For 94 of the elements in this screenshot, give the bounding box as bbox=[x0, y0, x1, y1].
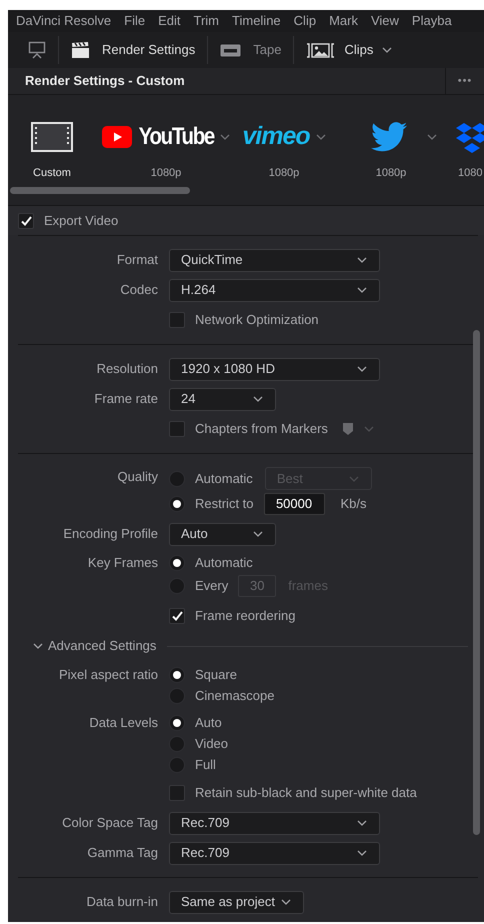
field-label: Pixel aspect ratio bbox=[58, 666, 158, 684]
radio-button[interactable] bbox=[169, 714, 185, 730]
field-label: Data burn-in bbox=[85, 893, 158, 912]
dropdown[interactable]: QuickTime bbox=[169, 248, 380, 272]
monitor-icon[interactable] bbox=[28, 41, 46, 59]
option-label: Full bbox=[195, 756, 216, 774]
menu-item[interactable]: Trim bbox=[194, 11, 220, 31]
chevron-down-icon bbox=[280, 899, 291, 905]
chevron-down-icon bbox=[382, 47, 392, 53]
option-label: Automatic bbox=[195, 470, 253, 488]
preset-caption[interactable]: 1080 bbox=[458, 165, 482, 182]
dropdown[interactable]: Rec.709 bbox=[169, 812, 380, 834]
menu-item[interactable]: Mark bbox=[329, 11, 358, 31]
dropdown[interactable]: H.264 bbox=[169, 278, 380, 302]
radio-button[interactable] bbox=[169, 666, 185, 682]
scrollbar-thumb[interactable] bbox=[473, 330, 480, 835]
checkbox[interactable] bbox=[169, 421, 185, 437]
chevron-down-icon bbox=[316, 134, 326, 140]
field-label: Data Levels bbox=[88, 714, 158, 732]
chevron-down-icon bbox=[427, 134, 437, 140]
panel-title: Render Settings - Custom bbox=[24, 72, 186, 90]
checkbox[interactable] bbox=[169, 785, 185, 801]
option-label: Auto bbox=[195, 714, 222, 732]
checkbox[interactable] bbox=[169, 608, 185, 624]
section-heading: Advanced Settings bbox=[48, 637, 156, 656]
field-label: Frame rate bbox=[93, 390, 158, 408]
radio-button[interactable] bbox=[169, 554, 185, 570]
clips-button[interactable]: Clips bbox=[306, 40, 392, 60]
field-label: Codec bbox=[119, 281, 158, 300]
diamond-icon[interactable] bbox=[455, 121, 484, 153]
chevron-down-icon bbox=[348, 476, 359, 482]
clapper-button[interactable]: Render Settings bbox=[71, 40, 196, 60]
option-label: Video bbox=[195, 734, 228, 753]
field-label: Encoding Profile bbox=[62, 525, 158, 544]
menu-item[interactable]: File bbox=[124, 11, 146, 31]
menu-item[interactable]: Playba bbox=[412, 11, 452, 31]
unit-label: Kb/s bbox=[340, 494, 367, 513]
chevron-down-icon bbox=[364, 426, 374, 432]
radio-button[interactable] bbox=[169, 496, 185, 512]
field-label: Quality bbox=[116, 468, 158, 486]
option-label: Automatic bbox=[195, 554, 253, 572]
clips-icon bbox=[306, 42, 336, 58]
preset-caption[interactable]: 1080p bbox=[150, 165, 182, 182]
checkbox-label: Network Optimization bbox=[195, 311, 319, 330]
radio-button[interactable] bbox=[169, 736, 185, 752]
menu-item[interactable]: Edit bbox=[158, 11, 180, 31]
logo-text[interactable]: vimeo bbox=[242, 118, 310, 156]
chevron-down-icon bbox=[357, 287, 367, 293]
chevron-down-icon bbox=[253, 396, 263, 402]
dropdown[interactable]: 1920 x 1080 HD bbox=[169, 358, 380, 380]
chevron-down-icon bbox=[357, 850, 367, 856]
checkbox[interactable] bbox=[169, 312, 185, 328]
checkbox-label: Export Video bbox=[44, 212, 118, 230]
chevron-down-icon bbox=[357, 257, 367, 263]
play-icon[interactable] bbox=[102, 126, 132, 148]
dropdown[interactable]: Same as project bbox=[169, 890, 304, 914]
marker-icon[interactable] bbox=[342, 423, 353, 435]
preset-caption[interactable]: Custom bbox=[33, 165, 71, 182]
dropdown[interactable]: Rec.709 bbox=[169, 842, 380, 864]
logo-text[interactable]: YouTube bbox=[138, 119, 214, 155]
chevron-down-icon bbox=[357, 820, 367, 826]
menu-item[interactable]: View bbox=[370, 11, 399, 31]
checkbox-label: Retain sub-black and super-white data bbox=[195, 784, 417, 802]
menu-item[interactable]: DaVinci Resolve bbox=[16, 11, 112, 31]
input-field[interactable]: 50000 bbox=[264, 492, 325, 514]
chevron-down-icon bbox=[253, 531, 263, 537]
option-label: Cinemascope bbox=[195, 686, 274, 705]
option-label: Restrict to bbox=[195, 494, 254, 513]
chevron-down-icon bbox=[357, 366, 367, 372]
dropdown[interactable]: Auto bbox=[169, 522, 276, 546]
field-label: Key Frames bbox=[86, 554, 158, 572]
radio-button[interactable] bbox=[169, 688, 185, 704]
radio-button[interactable] bbox=[169, 756, 185, 772]
checkbox[interactable] bbox=[18, 212, 34, 228]
clapper-icon bbox=[71, 41, 90, 59]
option-label: Square bbox=[195, 666, 237, 684]
more-button[interactable]: ••• bbox=[445, 68, 484, 94]
film-strip-icon[interactable] bbox=[31, 122, 73, 152]
checkbox-label: Frame reordering bbox=[195, 607, 296, 626]
preset-caption[interactable]: 1080p bbox=[376, 165, 406, 182]
scrollbar-thumb[interactable] bbox=[10, 187, 190, 194]
menu-item[interactable]: Clip bbox=[294, 11, 316, 31]
chevron-down-icon bbox=[220, 134, 230, 140]
option-label: Every bbox=[195, 576, 228, 595]
field-label: Color Space Tag bbox=[61, 814, 158, 832]
field-label: Format bbox=[116, 251, 158, 270]
field-label: Gamma Tag bbox=[86, 844, 158, 862]
checkbox-label: Chapters from Markers bbox=[195, 420, 328, 438]
preset-caption[interactable]: 1080p bbox=[268, 165, 300, 182]
bird-icon[interactable] bbox=[371, 122, 407, 152]
menu-item[interactable]: Timeline bbox=[232, 11, 281, 31]
tape-icon bbox=[220, 44, 242, 56]
dropdown[interactable]: 24 bbox=[169, 388, 276, 410]
field-label: Resolution bbox=[96, 360, 158, 378]
